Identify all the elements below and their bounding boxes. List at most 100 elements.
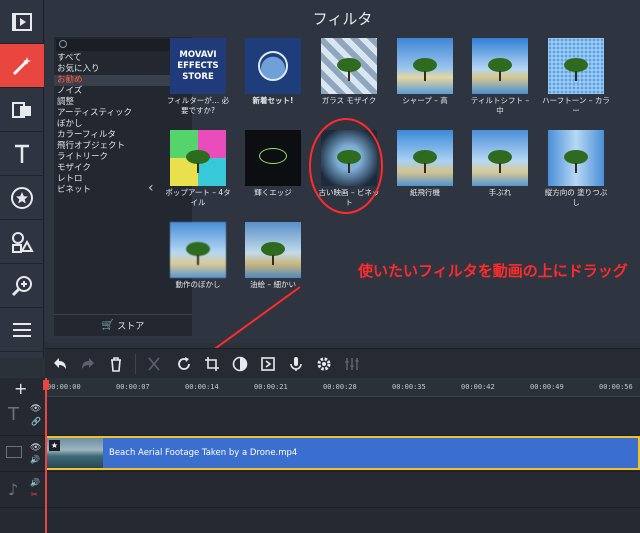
crop-icon xyxy=(205,357,219,371)
unlink-icon[interactable]: ✂ xyxy=(31,490,38,499)
equalizer-button[interactable] xyxy=(341,353,363,375)
text-icon xyxy=(15,144,29,163)
clip-favorite-star-icon[interactable]: ★ xyxy=(49,440,60,451)
split-button[interactable] xyxy=(143,353,165,375)
rotate-button[interactable] xyxy=(173,353,195,375)
filter-thumbnail xyxy=(397,130,453,186)
filter-thumbnail xyxy=(170,130,226,186)
tree-icon xyxy=(337,150,361,164)
stickers-button[interactable] xyxy=(0,176,44,220)
text-track-icon: T xyxy=(8,404,19,425)
tree-icon xyxy=(564,150,588,164)
delete-button[interactable] xyxy=(105,353,127,375)
speaker-icon[interactable]: 🔊 xyxy=(30,455,40,464)
settings-icon xyxy=(317,357,331,371)
video-clip[interactable]: ★ Beach Aerial Footage Taken by a Drone.… xyxy=(45,436,640,470)
tree-icon xyxy=(413,58,437,72)
filter-label: 古い映画 – ビネット xyxy=(318,188,380,207)
filter-label: シャープ – 高 xyxy=(402,96,448,105)
filter-label: ガラス モザイク xyxy=(321,96,377,105)
text-track[interactable] xyxy=(45,398,640,436)
import-media-button[interactable] xyxy=(0,0,44,44)
filter-thumbnail xyxy=(548,38,604,94)
more-tools-button[interactable] xyxy=(0,308,44,352)
settings-button[interactable] xyxy=(313,353,335,375)
time-tick-label: 00:00:00 xyxy=(47,383,81,391)
zoom-icon xyxy=(11,275,32,296)
link-icon[interactable]: 🔗 xyxy=(31,417,41,426)
playhead-handle[interactable] xyxy=(43,380,49,390)
store-button[interactable]: 🛒 ストア xyxy=(54,314,192,336)
time-tick-label: 00:00:07 xyxy=(116,383,150,391)
titles-button[interactable] xyxy=(0,132,44,176)
add-track-button[interactable]: + xyxy=(14,379,27,398)
record-audio-button[interactable] xyxy=(285,353,307,375)
filter-thumbnail xyxy=(245,130,301,186)
filters-panel: フィルタ ✕ すべてお気に入りお勧めノイズ調整アーティスティックぼかしカラーフィ… xyxy=(45,0,640,343)
microphone-icon xyxy=(290,357,302,371)
panel-title: フィルタ xyxy=(312,10,373,28)
redo-icon xyxy=(82,358,94,369)
time-tick-label: 00:00:49 xyxy=(530,383,564,391)
zoom-button[interactable] xyxy=(0,264,44,308)
crop-button[interactable] xyxy=(201,353,223,375)
magic-wand-icon xyxy=(12,56,31,75)
undo-button[interactable] xyxy=(49,353,71,375)
tree-trunk xyxy=(575,163,577,173)
effects-store-caption: MOVAVI EFFECTS STORE xyxy=(177,50,219,82)
time-tick-label: 00:00:14 xyxy=(185,383,219,391)
tree-trunk xyxy=(424,163,426,173)
time-ruler[interactable]: 00:00:00 00:00:07 00:00:14 00:00:21 00:00:28… xyxy=(45,378,640,397)
visibility-eye-icon[interactable]: 👁 xyxy=(30,404,41,414)
ornament-icon xyxy=(258,51,288,81)
callouts-button[interactable] xyxy=(0,220,44,264)
menu-icon xyxy=(13,322,31,337)
filter-label: ティルトシフト – 中 xyxy=(470,96,530,115)
filter-label: 縦方向の 塗りつぶし xyxy=(544,188,608,207)
transitions-icon xyxy=(12,101,31,118)
playhead[interactable] xyxy=(45,378,47,533)
video-track-icon xyxy=(6,446,22,458)
filter-label: ポップアート – 4タイル xyxy=(165,188,231,207)
tree-trunk xyxy=(197,255,199,265)
time-tick-label: 00:00:56 xyxy=(599,383,633,391)
visibility-eye-icon[interactable]: 👁 xyxy=(30,443,41,453)
filter-thumbnail xyxy=(321,38,377,94)
filters-button[interactable] xyxy=(0,44,44,88)
filter-label: 油絵 – 細かい xyxy=(249,280,297,289)
video-track-header: 👁 🔊 xyxy=(0,436,45,472)
drag-instruction-callout: 使いたいフィルタを動画の上にドラッグ xyxy=(358,262,628,280)
tree-icon xyxy=(337,58,361,72)
category-item[interactable]: ぼかし xyxy=(54,119,192,130)
filter-thumbnail xyxy=(245,38,301,94)
film-icon xyxy=(12,12,32,31)
equalizer-icon xyxy=(345,358,359,370)
tree-icon xyxy=(488,58,512,72)
filter-label: 紙飛行機 xyxy=(410,188,440,197)
transitions-button[interactable] xyxy=(0,88,44,132)
text-track-header: T 👁 🔗 xyxy=(0,398,45,436)
clip-title: Beach Aerial Footage Taken by a Drone.mp… xyxy=(109,448,298,458)
collapse-panel-button[interactable]: ‹ xyxy=(148,180,154,196)
edit-toolbar xyxy=(45,348,640,378)
tree-outline-icon xyxy=(259,148,287,164)
redo-button[interactable] xyxy=(77,353,99,375)
shapes-icon xyxy=(12,231,34,253)
filter-label: フィルターが… 必要ですか? xyxy=(166,96,230,115)
tree-icon xyxy=(261,242,285,256)
store-label: ストア xyxy=(117,322,145,332)
stabilization-button[interactable] xyxy=(257,353,279,375)
audio-track[interactable] xyxy=(45,472,640,508)
speaker-icon[interactable]: 🔊 xyxy=(30,478,40,487)
cart-icon: 🛒 xyxy=(101,320,115,331)
tree-trunk xyxy=(499,163,501,173)
color-adjust-button[interactable] xyxy=(229,353,251,375)
undo-icon xyxy=(54,358,66,369)
tree-trunk xyxy=(575,71,577,81)
time-tick-label: 00:00:28 xyxy=(323,383,357,391)
music-note-icon: ♪ xyxy=(8,480,19,499)
filter-thumbnail xyxy=(245,222,301,278)
tree-icon xyxy=(488,150,512,164)
filter-label: 手ぶれ xyxy=(488,188,512,197)
tree-trunk xyxy=(197,163,199,173)
